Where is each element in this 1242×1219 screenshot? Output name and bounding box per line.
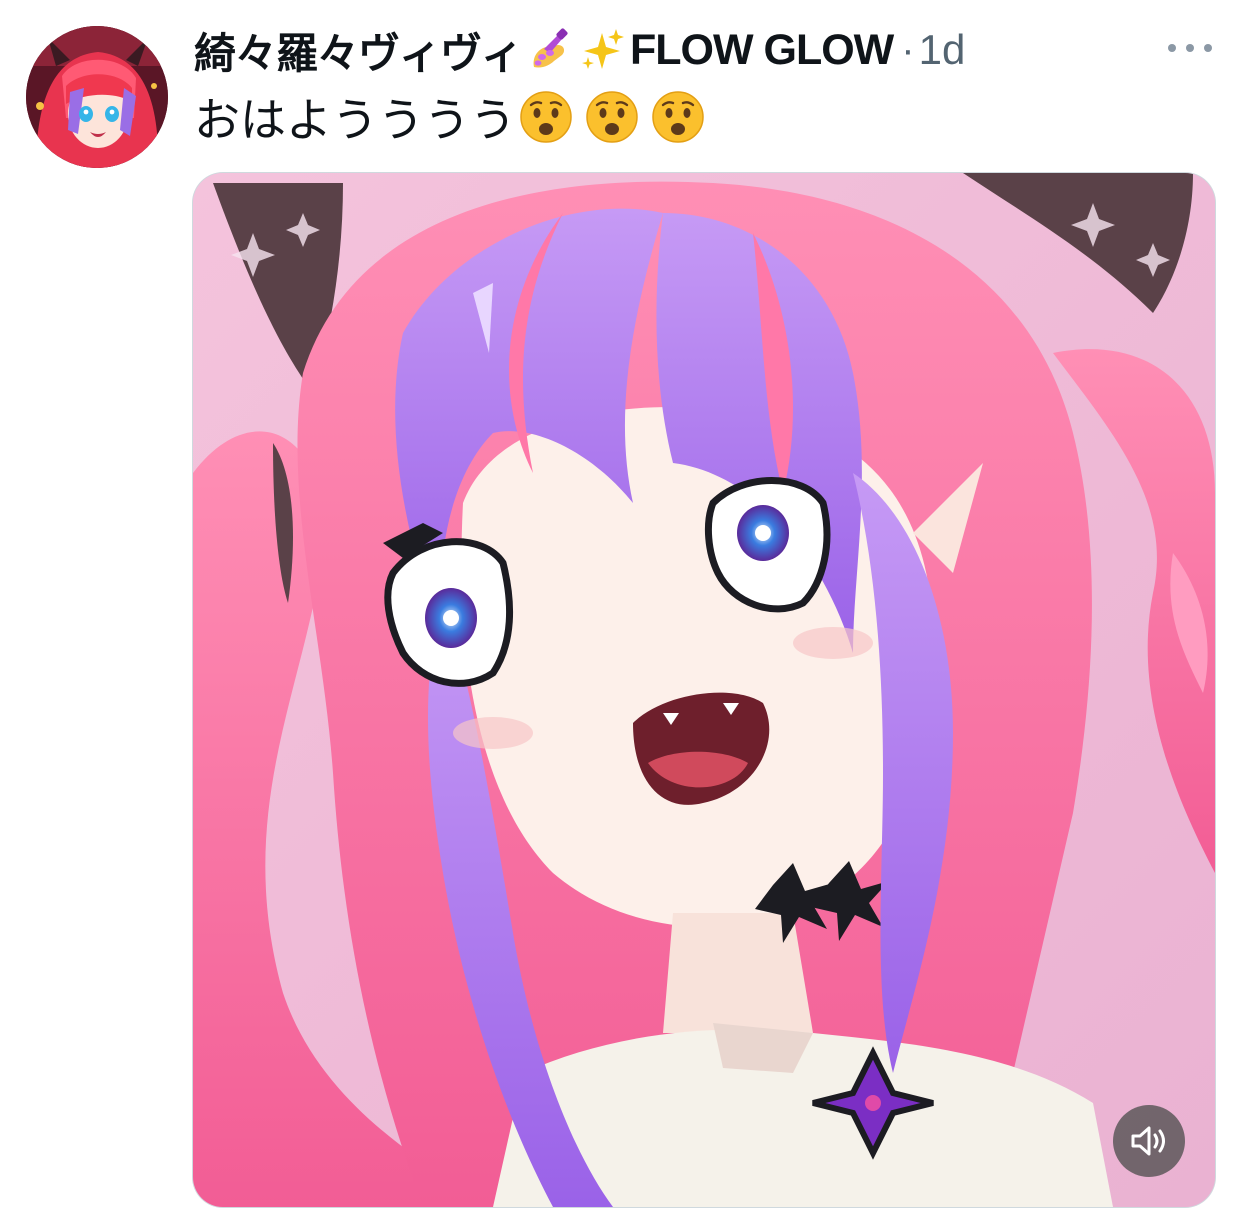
anguished-face-icon: [584, 89, 640, 145]
anguished-face-icon: [518, 89, 574, 145]
avatar-image: [26, 26, 168, 168]
author-display-name-suffix[interactable]: FLOW GLOW: [630, 26, 894, 75]
tweet[interactable]: 綺々羅々ヴィヴィ FLOW GLOW · 1d おはようううう: [0, 0, 1242, 1219]
author-display-name[interactable]: 綺々羅々ヴィヴィ: [194, 20, 523, 81]
tweet-timestamp[interactable]: 1d: [919, 26, 966, 74]
more-options-icon: [1168, 44, 1212, 52]
more-options-button[interactable]: [1160, 26, 1220, 70]
nail-polish-icon: [528, 27, 574, 73]
tweet-text-body: おはようううう: [194, 93, 516, 147]
volume-button[interactable]: [1113, 1105, 1185, 1177]
tweet-text: おはようううう: [194, 86, 706, 148]
video-frame: [193, 173, 1215, 1207]
tweet-header: 綺々羅々ヴィヴィ FLOW GLOW · 1d: [194, 18, 965, 82]
avatar[interactable]: [26, 26, 168, 168]
sparkles-icon: [580, 27, 626, 73]
header-separator: ·: [901, 27, 915, 72]
anguished-face-icon: [650, 89, 706, 145]
tweet-media-video[interactable]: [193, 173, 1215, 1207]
speaker-muted-icon: [1131, 1126, 1165, 1156]
